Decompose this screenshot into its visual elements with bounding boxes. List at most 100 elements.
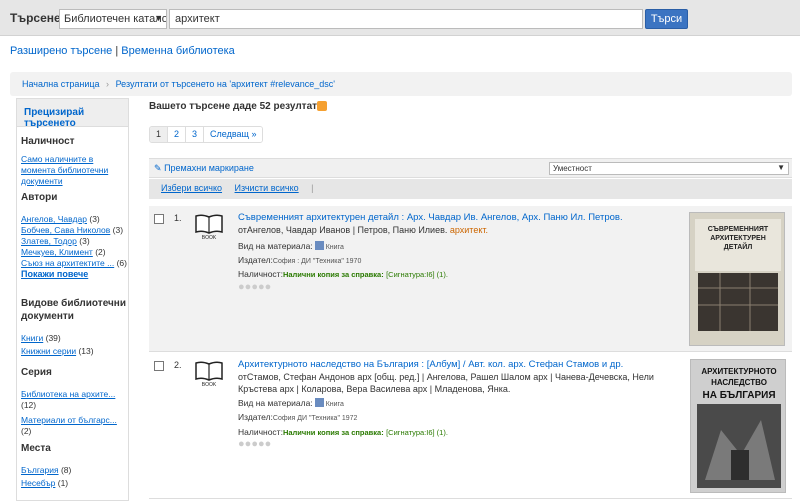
cart-link[interactable]: Временна библиотека [121,45,234,57]
facet-count: (2) [95,247,106,257]
breadcrumb-separator: › [106,79,110,89]
meta-label: Наличност: [238,269,283,279]
search-button[interactable]: Търси [645,9,688,29]
breadcrumb-home[interactable]: Начална страница [22,79,100,89]
facet-author-link[interactable]: Мечкуев, Климент [21,247,93,257]
facet-series-link[interactable]: Материали от българс... [21,415,117,425]
result-row: 1. BOOK Съвременният архитектурен детайл… [149,206,792,352]
record-checkbox[interactable] [154,214,164,224]
facet-author-link[interactable]: Златев, Тодор [21,236,77,246]
clear-all-link[interactable]: Изчисти всичко [235,183,299,193]
search-scope-select[interactable]: Библиотечен каталог ▼ [59,9,167,29]
facet-item: България (8) [21,465,127,476]
page-1[interactable]: 1 [150,127,169,142]
selection-separator: | [311,183,314,193]
facet-types: Видове библиотечни документи Книги (39) … [21,297,127,357]
search-scope-value: Библиотечен каталог [64,13,167,25]
meta-label: Издател: [238,255,273,265]
material-type-icon [314,241,324,250]
record-title-link[interactable]: Архитектурното наследство на България : … [238,359,678,371]
search-bar: Търсене Библиотечен каталог ▼ архитект Т… [0,0,800,36]
facet-item: Съюз на архитектите ... (6) [21,258,127,269]
facet-title: Места [21,443,51,454]
record-checkbox[interactable] [154,361,164,371]
book-icon: BOOK [195,214,223,240]
star-icon[interactable]: ● [265,281,272,293]
facet-count: (1) [57,478,69,488]
facet-series-link[interactable]: Библиотека на архите... [21,389,115,399]
star-icon[interactable]: ● [258,281,265,293]
facet-type-link[interactable]: Книги [21,333,43,343]
cover-title-line: НА БЪЛГАРИЯ [702,390,775,401]
search-input[interactable]: архитект [169,9,643,29]
meta-label: Наличност: [238,427,283,437]
availability-status: Налични копия за справка: [282,428,384,437]
facet-author-link[interactable]: Съюз на архитектите ... [21,258,114,268]
meta-value: Книга [325,401,344,408]
page-3[interactable]: 3 [186,127,205,142]
facet-count: (13) [78,346,94,356]
select-all-link[interactable]: Избери всичко [161,183,222,193]
advanced-search-link[interactable]: Разширено търсене [10,45,112,57]
record-highlight: архитект. [449,225,489,235]
record-availability: Наличност:Налични копия за справка: [Сиг… [238,427,448,438]
facet-count: (3) [112,225,124,235]
star-icon[interactable]: ● [258,438,265,450]
show-more-link[interactable]: Покажи повече [21,269,127,279]
star-rating[interactable]: ●●●●● [238,438,271,450]
facet-count: (39) [45,333,61,343]
meta-label: Вид на материала: [238,241,313,251]
star-icon[interactable]: ● [251,438,258,450]
cover-title-line: АРХИТЕКТУРНОТО [701,367,776,376]
unmark-button[interactable]: ✎ Премахни маркиране [154,163,254,174]
record-publisher: Издател:София ДИ "Техника" 1972 [238,412,357,424]
results-count: Вашето търсене даде 52 резултата. [149,101,326,112]
meta-label: Вид на материала: [238,398,313,408]
facet-item: Ангелов, Чавдар (3) [21,214,127,225]
record-author-names[interactable]: отАнгелов, Чавдар Иванов | Петров, Паню … [238,225,447,235]
sub-links: Разширено търсене | Временна библиотека [10,45,235,57]
facet-series: Серия Библиотека на архите... (12) Матер… [21,366,127,437]
facet-places: Места България (8) Несебър (1) [21,442,127,489]
meta-label: Издател: [238,412,273,422]
record-authors[interactable]: отСтамов, Стефан Андонов арх [общ. ред.]… [238,371,688,395]
selection-bar: Избери всичко Изчисти всичко | [149,179,792,199]
star-rating[interactable]: ●●●●● [238,281,271,293]
call-number: [Сигнатура:I6] (1). [386,270,448,279]
facet-title: Серия [21,367,52,378]
record-title-link[interactable]: Съвременният архитектурен детайл : Арх. … [238,212,678,224]
cover-title-line: НАСЛЕДСТВО [711,378,767,387]
book-cover-image[interactable]: АРХИТЕКТУРНОТО НАСЛЕДСТВО НА БЪЛГАРИЯ [690,359,786,493]
facet-item: Книжни серии (13) [21,346,127,357]
meta-value: Книга [325,244,344,251]
sort-value: Уместност [553,164,592,173]
sort-select[interactable]: Уместност ▼ [549,162,789,175]
book-icon: BOOK [195,361,223,387]
facet-available-only[interactable]: Само наличните в момента библиотечни док… [21,154,108,186]
record-publisher: Издател:София : ДИ "Техника" 1970 [238,255,361,267]
star-icon[interactable]: ● [238,281,245,293]
meta-value: София ДИ "Техника" 1972 [272,415,358,422]
call-number: [Сигнатура:I6] (1). [386,428,448,437]
breadcrumb-results[interactable]: Резултати от търсенето на 'архитект #rel… [116,79,335,89]
refine-sidebar: Прецизирай търсенето Наличност Само нали… [16,98,129,501]
facet-count: (6) [116,258,127,268]
sidebar-header[interactable]: Прецизирай търсенето [17,99,128,129]
facet-place-link[interactable]: България [21,465,59,475]
star-icon[interactable]: ● [265,438,272,450]
result-row: 2. BOOK Архитектурното наследство на Бъл… [149,353,792,499]
facet-place-link[interactable]: Несебър [21,478,55,488]
page-2[interactable]: 2 [168,127,187,142]
results-toolbar: ✎ Премахни маркиране Уместност ▼ [149,158,792,178]
rss-icon[interactable] [317,101,327,111]
facet-author-link[interactable]: Бобчев, Сава Николов [21,225,110,235]
facet-type-link[interactable]: Книжни серии [21,346,76,356]
star-icon[interactable]: ● [251,281,258,293]
facet-author-link[interactable]: Ангелов, Чавдар [21,214,87,224]
cover-art: АРХИТЕКТУРНОТО НАСЛЕДСТВО НА БЪЛГАРИЯ [691,360,785,492]
facet-authors: Автори Ангелов, Чавдар (3) Бобчев, Сава … [21,191,127,279]
record-authors: отАнгелов, Чавдар Иванов | Петров, Паню … [238,224,688,236]
book-cover-image[interactable]: СЪВРЕМЕННИЯТ АРХИТЕКТУРЕН ДЕТАЙЛ [689,212,785,346]
page-next[interactable]: Следващ » [204,127,263,142]
star-icon[interactable]: ● [238,438,245,450]
